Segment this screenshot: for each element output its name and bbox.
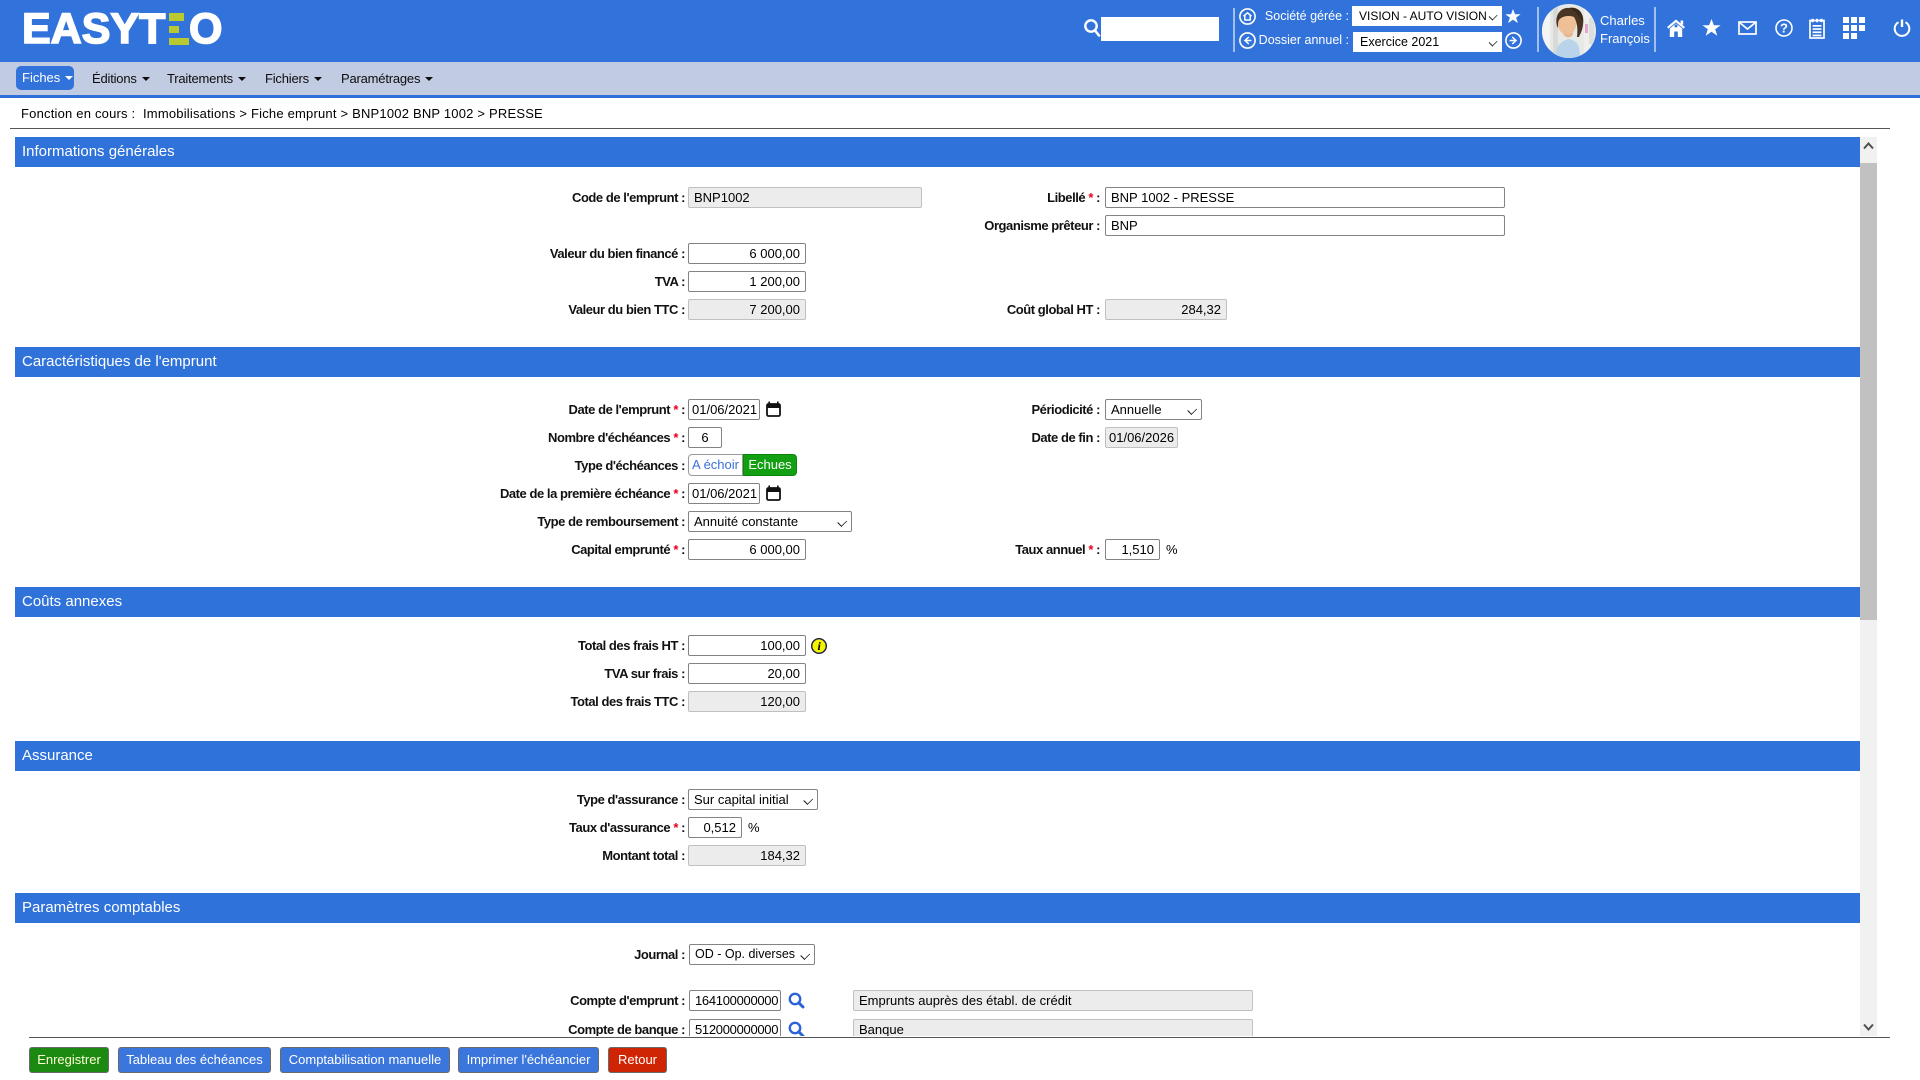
svg-text:?: ? <box>1780 21 1788 36</box>
